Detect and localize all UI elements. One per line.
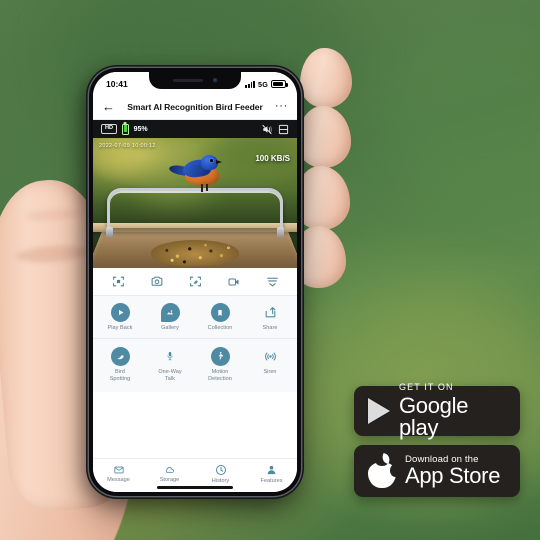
scene-root: 10:41 5G ← Smart AI Recognition Bird Fee… [0, 0, 540, 540]
camera-snapshot-icon[interactable] [150, 275, 164, 288]
speaker-muted-icon[interactable] [261, 124, 273, 135]
live-video-panel: HD 95% 2022-07-09 10:00:12 100 KB/S [93, 120, 297, 268]
siren-broadcast-icon [261, 347, 280, 366]
feature-siren[interactable]: Siren [245, 347, 295, 383]
feature-motion-detection[interactable]: Motion Detection [195, 346, 245, 383]
feature-collection[interactable]: Collection [195, 303, 245, 332]
feature-label: Play Back [107, 325, 133, 331]
feature-one-way-talk[interactable]: One-Way Talk [145, 347, 195, 383]
nav-label: Features [260, 478, 283, 485]
bird-leg [206, 184, 208, 191]
feature-grid-row2: Bird Spotting One-Way Talk Motion Detect… [93, 338, 297, 392]
video-control-bar: HD 95% [93, 120, 297, 138]
back-arrow-icon[interactable]: ← [102, 100, 118, 113]
app-store-text: Download on the App Store [405, 455, 500, 488]
feature-label: Bird Spotting [109, 368, 131, 382]
feature-label: Collection [207, 325, 233, 331]
bookmark-icon [210, 303, 230, 322]
network-label: 5G [258, 79, 268, 89]
fingertip [294, 166, 350, 230]
badge-large-text: Google play [399, 393, 469, 440]
badge-large-text: App Store [405, 463, 501, 489]
app-header: ← Smart AI Recognition Bird Feeder ··· [93, 94, 297, 120]
feature-label: Motion Detection [208, 368, 232, 382]
nav-item-features[interactable]: Features [246, 464, 297, 485]
bokeh-blob [380, 20, 540, 220]
battery-green-icon [122, 123, 129, 135]
nav-item-history[interactable]: History [195, 464, 246, 485]
nav-label: Storage [159, 477, 180, 484]
fullscreen-focus-icon[interactable] [112, 275, 125, 288]
video-bitrate: 100 KB/S [255, 154, 290, 163]
video-timestamp: 2022-07-09 10:00:12 [99, 143, 156, 149]
more-settings-icon[interactable] [266, 275, 279, 288]
earpiece-speaker [172, 78, 203, 83]
bird [168, 154, 227, 194]
feature-grid-row1: Play Back Gallery Collection Share [93, 296, 297, 339]
feature-share[interactable]: Share [245, 303, 295, 332]
google-play-text: GET IT ON Google play [399, 383, 504, 439]
share-icon [261, 303, 280, 322]
envelope-icon [113, 465, 125, 475]
feature-label: Gallery [161, 325, 179, 331]
status-indicators: 5G [245, 79, 288, 89]
bird-beak [216, 160, 222, 164]
microphone-icon [161, 347, 180, 366]
status-time: 10:41 [106, 79, 128, 89]
phone-screen: 10:41 5G ← Smart AI Recognition Bird Fee… [93, 72, 297, 492]
bird-eye [210, 159, 213, 162]
bird-leg [201, 184, 203, 192]
app-store-badge[interactable]: Download on the App Store [354, 445, 520, 497]
video-record-icon[interactable] [227, 276, 241, 288]
feature-bird-spotting[interactable]: Bird Spotting [95, 346, 145, 383]
battery-percent: 95% [133, 125, 148, 133]
smartphone: 10:41 5G ← Smart AI Recognition Bird Fee… [89, 68, 301, 496]
apple-logo-icon [368, 452, 401, 488]
phone-notch [149, 72, 241, 89]
badge-small-text: GET IT ON [399, 382, 454, 392]
video-action-toolbar [93, 268, 297, 296]
quality-badge[interactable]: HD [101, 124, 118, 134]
motion-walk-icon [210, 346, 230, 366]
metal-perch [106, 188, 284, 237]
battery-icon [271, 80, 288, 88]
cloud-icon [163, 465, 176, 475]
page-title: Smart AI Recognition Bird Feeder [127, 101, 263, 112]
google-play-badge[interactable]: GET IT ON Google play [354, 383, 520, 439]
feature-label: Siren [263, 368, 277, 375]
feature-label: One-Way Talk [158, 368, 182, 382]
feature-label: Share [262, 325, 278, 331]
bird-seed-pile [151, 240, 239, 266]
nav-label: Message [107, 477, 130, 484]
fingertip [297, 106, 351, 168]
gallery-icon [160, 303, 180, 322]
bird-spotting-icon [110, 346, 130, 366]
person-icon [266, 464, 277, 476]
split-layout-icon[interactable] [278, 124, 289, 135]
bird-detect-icon[interactable] [189, 275, 202, 288]
feature-gallery[interactable]: Gallery [145, 303, 195, 332]
nav-item-message[interactable]: Message [93, 465, 144, 484]
more-options-icon[interactable]: ··· [272, 101, 288, 112]
nav-item-storage[interactable]: Storage [144, 465, 195, 484]
camera-feed[interactable]: 2022-07-09 10:00:12 100 KB/S [93, 138, 297, 268]
signal-bars-icon [245, 80, 255, 88]
front-camera [212, 78, 218, 83]
clock-icon [215, 464, 227, 476]
feature-play-back[interactable]: Play Back [95, 303, 145, 332]
play-icon [110, 303, 130, 322]
home-indicator[interactable] [157, 485, 233, 489]
nav-label: History [211, 478, 230, 485]
google-play-triangle-icon [368, 398, 390, 424]
